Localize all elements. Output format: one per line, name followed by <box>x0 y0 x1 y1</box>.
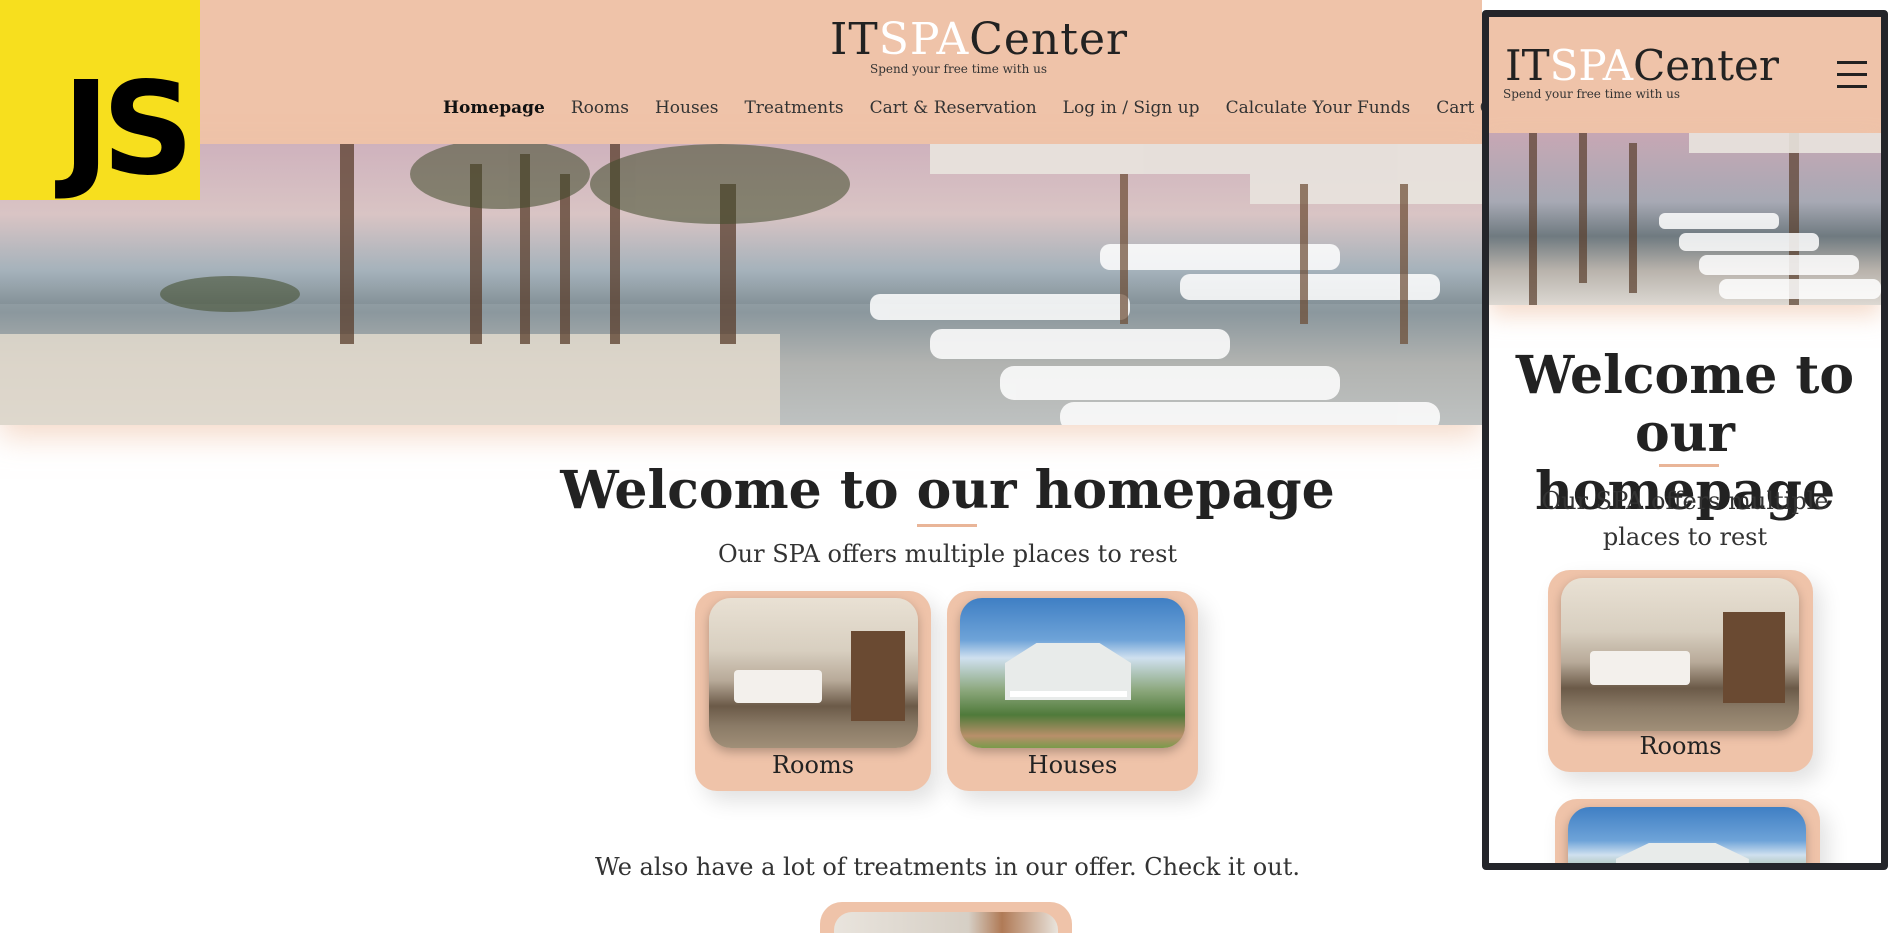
logo-part-center: Center <box>969 14 1129 65</box>
mobile-hero-image <box>1489 133 1881 305</box>
logo-part-it: IT <box>830 14 879 65</box>
logo-part-spa: SPA <box>878 14 970 65</box>
mobile-preview-frame: ITSPACenter Spend your free time with us <box>1482 10 1888 870</box>
hamburger-menu-icon[interactable] <box>1837 61 1867 89</box>
hero-pool-scene <box>0 144 1482 425</box>
mobile-site-logo[interactable]: ITSPACenter <box>1505 45 1779 87</box>
nav-treatments[interactable]: Treatments <box>744 98 843 118</box>
mobile-hero-pool-scene <box>1529 133 1881 305</box>
mobile-rooms-card-label: Rooms <box>1639 732 1722 760</box>
mobile-rooms-card[interactable]: Rooms <box>1548 570 1813 772</box>
hero-banner-image <box>0 144 1482 425</box>
houses-card[interactable]: Houses <box>947 591 1198 791</box>
nav-rooms[interactable]: Rooms <box>571 98 629 118</box>
nav-cart-reservation[interactable]: Cart & Reservation <box>870 98 1037 118</box>
js-logo-badge: JS <box>0 0 200 200</box>
mobile-houses-card[interactable] <box>1555 799 1820 863</box>
rooms-card-label: Rooms <box>771 751 855 779</box>
houses-card-label: Houses <box>1027 751 1118 779</box>
treatments-card[interactable] <box>820 902 1072 933</box>
nav-houses[interactable]: Houses <box>655 98 719 118</box>
mobile-title-underline <box>1659 464 1719 467</box>
nav-login-signup[interactable]: Log in / Sign up <box>1063 98 1200 118</box>
mobile-houses-image <box>1568 807 1806 863</box>
rooms-image <box>709 598 918 748</box>
site-logo[interactable]: ITSPACenter <box>830 18 1128 62</box>
nav-homepage[interactable]: Homepage <box>443 98 545 118</box>
mobile-logo-part-spa: SPA <box>1549 41 1634 90</box>
mobile-rooms-image <box>1561 578 1799 731</box>
nav-calculate-funds[interactable]: Calculate Your Funds <box>1226 98 1411 118</box>
desktop-header: ITSPACenter Spend your free time with us… <box>0 0 1554 144</box>
mobile-header: ITSPACenter Spend your free time with us <box>1489 17 1881 133</box>
mobile-page-subtitle: Our SPA offers multiple places to rest <box>1541 487 1829 551</box>
mobile-logo-part-center: Center <box>1633 41 1779 90</box>
js-logo-text: JS <box>62 55 194 204</box>
page: JS ITSPACenter Spend your free time with… <box>0 0 1895 933</box>
site-tagline: Spend your free time with us <box>870 62 1048 76</box>
mobile-site-tagline: Spend your free time with us <box>1503 87 1681 101</box>
main-nav: Homepage Rooms Houses Treatments Cart & … <box>443 98 1580 118</box>
houses-image <box>960 598 1185 748</box>
title-underline <box>917 524 977 527</box>
mobile-logo-part-it: IT <box>1505 41 1550 90</box>
rooms-card[interactable]: Rooms <box>695 591 931 791</box>
